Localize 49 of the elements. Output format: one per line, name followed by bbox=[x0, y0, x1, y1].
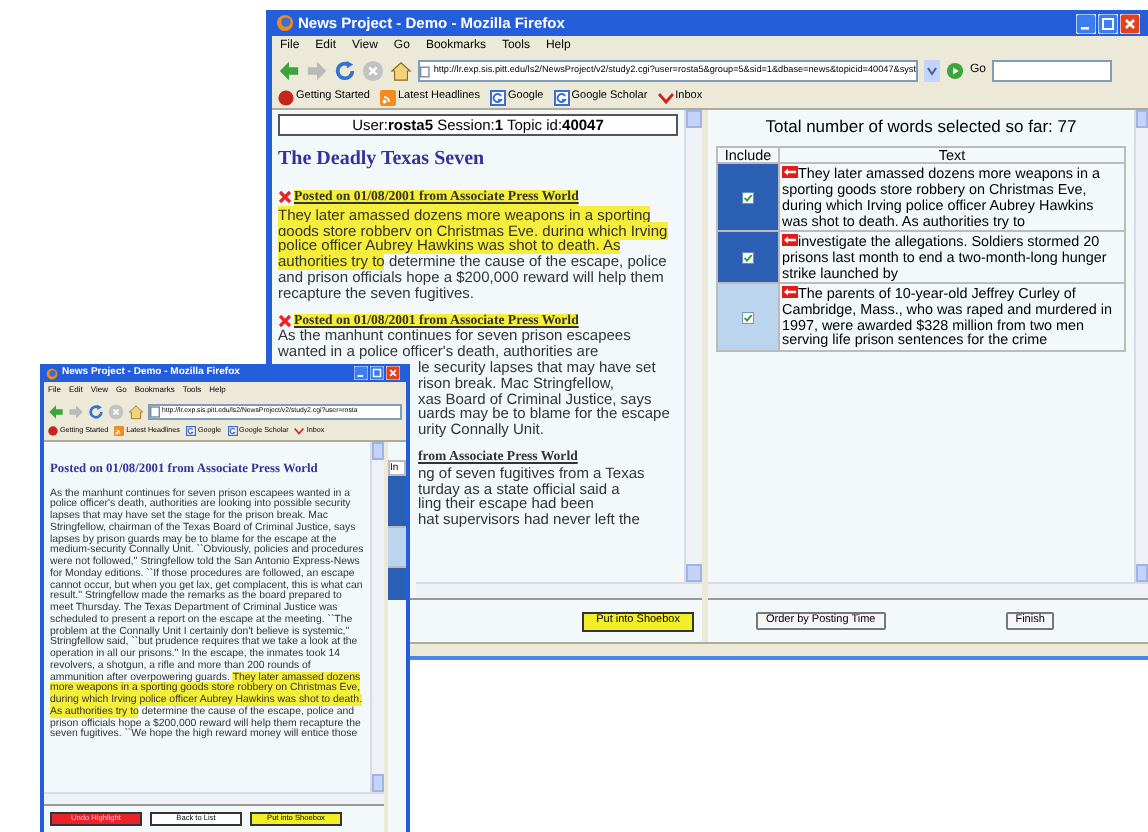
scrollbar[interactable] bbox=[1134, 110, 1148, 582]
checkbox[interactable] bbox=[742, 192, 754, 205]
table-cell bbox=[388, 476, 406, 528]
reload-icon[interactable] bbox=[88, 403, 104, 419]
scrollbar[interactable] bbox=[416, 582, 702, 598]
globe-icon bbox=[46, 367, 58, 379]
topic-title: The Deadly Texas Seven bbox=[278, 146, 487, 174]
search-engine-icon bbox=[227, 426, 238, 437]
back-arrow-icon[interactable] bbox=[48, 403, 64, 419]
scrollbar[interactable] bbox=[44, 792, 384, 804]
back-arrow-icon[interactable] bbox=[278, 60, 300, 82]
rss-icon bbox=[380, 89, 396, 105]
scrollbar[interactable] bbox=[370, 442, 384, 792]
reload-icon[interactable] bbox=[334, 60, 356, 82]
scrollbar[interactable] bbox=[684, 110, 702, 582]
table-cell bbox=[388, 528, 406, 568]
maximize-button[interactable] bbox=[1098, 13, 1118, 33]
home-icon[interactable] bbox=[128, 403, 144, 419]
globe-icon bbox=[278, 89, 294, 105]
minimize-button[interactable] bbox=[354, 366, 368, 380]
go-icon[interactable] bbox=[946, 62, 964, 80]
table-cell bbox=[388, 568, 406, 600]
scrollbar[interactable] bbox=[708, 582, 1148, 598]
arrow-icon[interactable] bbox=[782, 234, 798, 247]
close-button[interactable] bbox=[386, 366, 400, 380]
minimize-button[interactable] bbox=[1076, 13, 1096, 33]
delete-icon[interactable] bbox=[278, 313, 292, 328]
search-engine-icon bbox=[489, 89, 506, 105]
globe-icon bbox=[276, 14, 294, 32]
dropdown-icon[interactable] bbox=[924, 60, 940, 82]
globe-icon bbox=[48, 426, 58, 437]
word-count: Total number of words selected so far: 77 bbox=[763, 114, 1079, 140]
search-field[interactable] bbox=[992, 60, 1113, 82]
close-button[interactable] bbox=[1120, 13, 1140, 33]
include-cell[interactable] bbox=[717, 231, 779, 284]
envelope-icon bbox=[294, 426, 305, 437]
rss-icon bbox=[114, 426, 125, 437]
include-cell[interactable] bbox=[717, 163, 779, 232]
include-cell[interactable] bbox=[717, 283, 779, 352]
arrow-icon[interactable] bbox=[782, 286, 798, 299]
arrow-icon[interactable] bbox=[782, 166, 798, 179]
delete-icon[interactable] bbox=[278, 190, 292, 205]
checkbox[interactable] bbox=[742, 312, 754, 325]
home-icon[interactable] bbox=[390, 60, 412, 82]
maximize-button[interactable] bbox=[370, 366, 384, 380]
checkbox[interactable] bbox=[742, 252, 754, 265]
search-engine-icon bbox=[185, 426, 196, 437]
envelope-icon bbox=[657, 89, 674, 105]
search-engine-icon bbox=[553, 89, 570, 105]
